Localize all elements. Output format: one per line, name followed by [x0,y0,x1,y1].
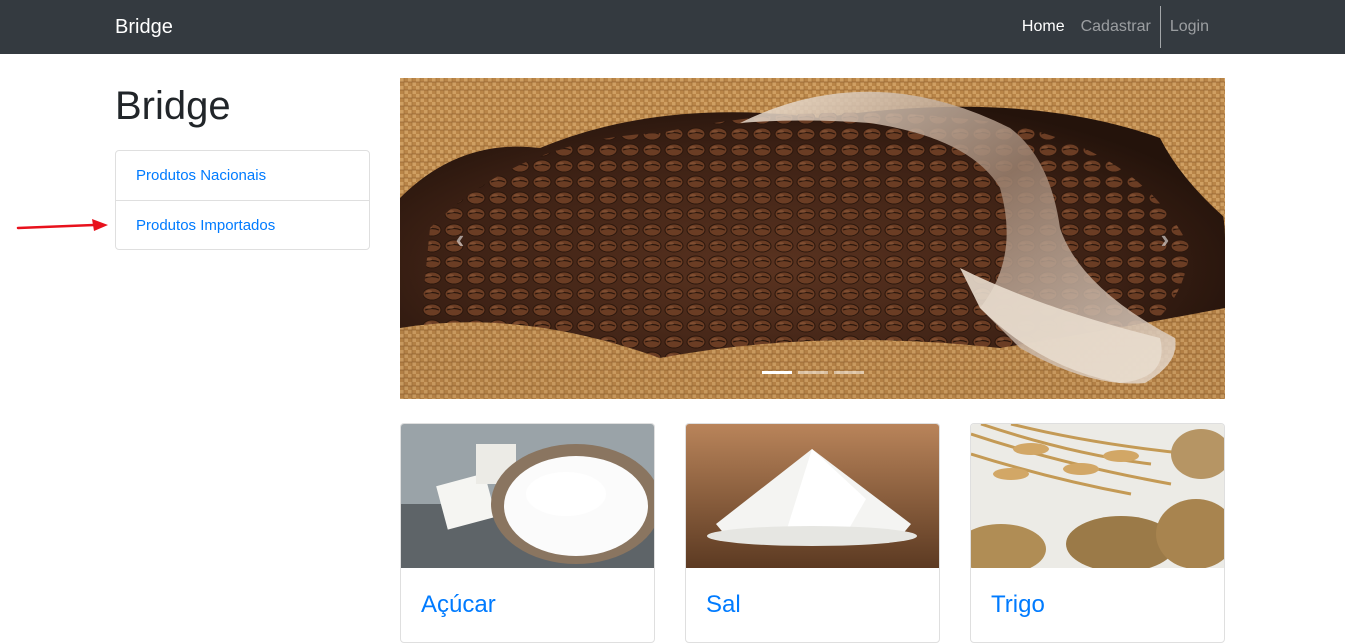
navbar-brand[interactable]: Bridge [115,15,173,39]
product-card-sal[interactable]: Sal [685,423,940,643]
carousel-indicator[interactable] [833,371,864,374]
nav-link-cadastrar[interactable]: Cadastrar [1073,17,1159,37]
nav-link-home[interactable]: Home [1014,17,1073,37]
sugar-image [401,424,654,568]
carousel-indicator[interactable] [797,371,828,374]
product-card-acucar[interactable]: Açúcar [400,423,655,643]
product-card-trigo[interactable]: Trigo [970,423,1225,643]
navbar-links: Home Cadastrar Login [1014,0,1217,54]
carousel-prev-button[interactable]: ‹ [400,78,520,399]
product-title[interactable]: Trigo [991,591,1045,619]
salt-image [686,424,939,568]
list-item-produtos-nacionais[interactable]: Produtos Nacionais [116,151,369,200]
nav-divider [1159,6,1161,48]
image-carousel[interactable]: ‹ › [400,78,1225,399]
wheat-image [971,424,1224,568]
sidebar-title: Bridge [115,84,231,128]
annotation-arrow-icon [16,219,108,231]
carousel-slide-image [400,78,1225,399]
chevron-right-icon: › [1160,223,1170,254]
chevron-left-icon: ‹ [455,223,465,254]
carousel-next-button[interactable]: › [1105,78,1225,399]
carousel-indicator[interactable] [761,371,792,374]
product-title[interactable]: Sal [706,591,741,619]
top-navbar: Bridge Home Cadastrar Login [0,0,1345,54]
carousel-indicators [400,371,1225,374]
category-list: Produtos Nacionais Produtos Importados [115,150,370,250]
product-title[interactable]: Açúcar [421,591,496,619]
list-item-produtos-importados[interactable]: Produtos Importados [116,200,369,249]
nav-link-login[interactable]: Login [1162,17,1217,37]
